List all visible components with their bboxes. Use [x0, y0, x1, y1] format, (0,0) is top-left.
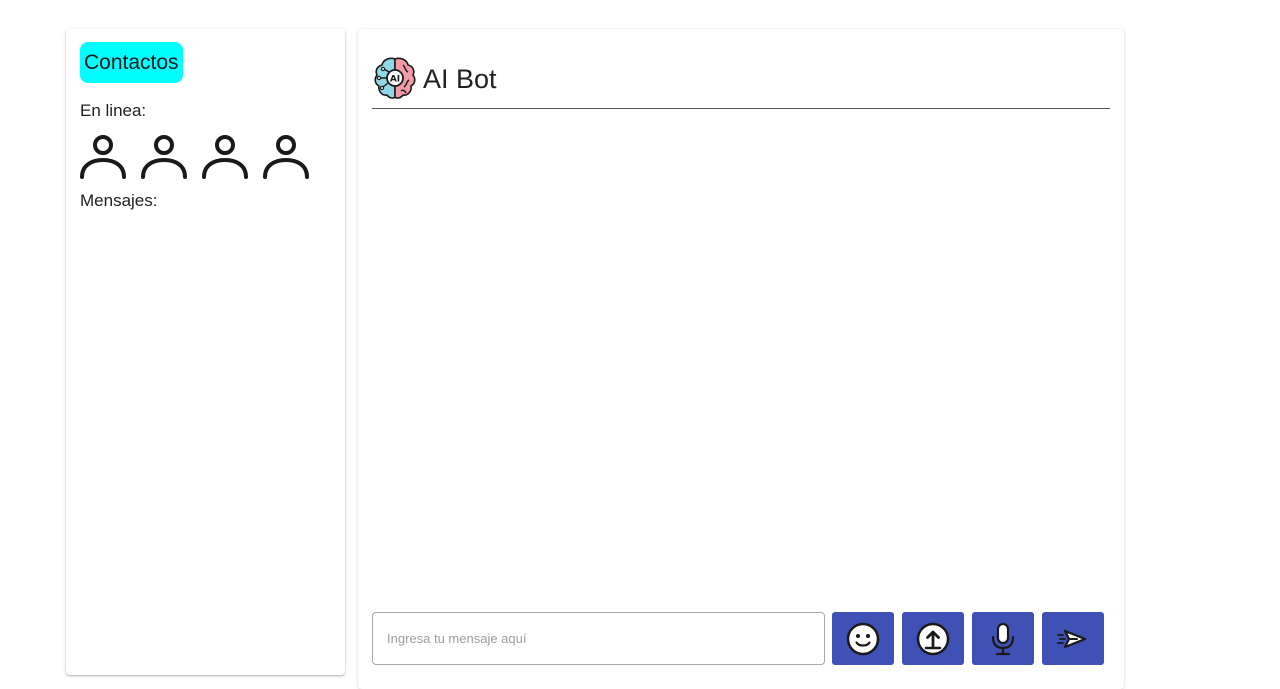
- emoji-button[interactable]: [832, 612, 894, 665]
- message-input[interactable]: [372, 612, 825, 665]
- microphone-icon: [991, 622, 1015, 655]
- upload-button[interactable]: [902, 612, 964, 665]
- messages-label: Mensajes:: [80, 191, 158, 210]
- online-users-list: [78, 132, 311, 182]
- chat-header: AI AI Bot: [372, 55, 1110, 109]
- user-icon[interactable]: [261, 132, 311, 182]
- user-icon[interactable]: [78, 132, 128, 182]
- online-label: En linea:: [80, 101, 147, 120]
- ai-brain-icon: AI: [374, 57, 416, 99]
- contacts-sidebar: Contactos En linea: Mensajes:: [66, 29, 345, 675]
- user-icon[interactable]: [200, 132, 250, 182]
- emoji-icon: [846, 622, 880, 655]
- send-button[interactable]: [1042, 612, 1104, 665]
- upload-icon: [916, 622, 950, 655]
- user-icon[interactable]: [139, 132, 189, 182]
- contacts-button[interactable]: Contactos: [80, 42, 183, 83]
- bot-name: AI Bot: [423, 64, 497, 94]
- send-icon: [1057, 629, 1087, 648]
- messages-area[interactable]: [372, 111, 1110, 601]
- message-composer: [372, 611, 1112, 666]
- chat-panel: AI AI Bot: [358, 29, 1124, 689]
- svg-text:AI: AI: [390, 75, 400, 85]
- microphone-button[interactable]: [972, 612, 1034, 665]
